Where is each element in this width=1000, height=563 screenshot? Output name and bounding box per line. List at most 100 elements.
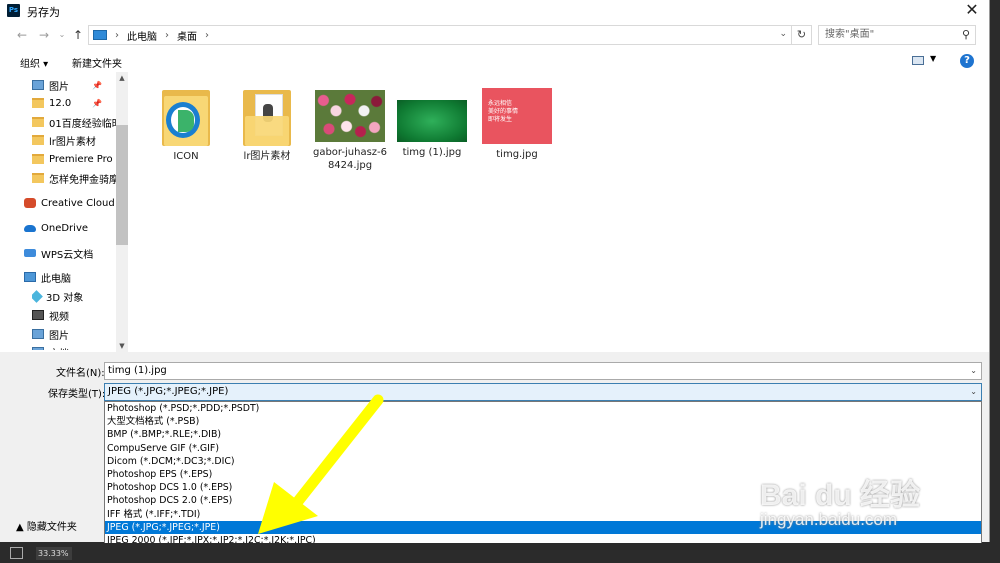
sidebar-item-creative-cloud[interactable]: Creative Cloud F <box>24 194 116 212</box>
filetype-option[interactable]: Photoshop (*.PSD;*.PDD;*.PSDT) <box>105 402 981 415</box>
wps-cloud-icon <box>24 249 36 257</box>
recent-dropdown-icon[interactable]: ⌄ <box>54 27 70 43</box>
folder-icon <box>32 173 44 183</box>
scroll-up-icon[interactable]: ▲ <box>116 72 128 84</box>
breadcrumb-this-pc[interactable]: 此电脑 <box>127 28 157 43</box>
pictures-icon <box>32 329 44 339</box>
sidebar-item-12[interactable]: 12.0 📌 <box>32 94 116 112</box>
sidebar-item-wps-cloud[interactable]: WPS云文档 <box>24 244 116 262</box>
file-name: timg.jpg <box>496 149 538 160</box>
pictures-icon <box>32 80 44 90</box>
file-item-timg1-jpg[interactable]: timg (1).jpg <box>394 86 470 159</box>
forward-arrow-icon[interactable]: → <box>36 27 52 43</box>
scroll-down-icon[interactable]: ▼ <box>116 340 128 352</box>
back-arrow-icon[interactable]: ← <box>14 27 30 43</box>
folder-icon <box>243 86 291 146</box>
file-item-gabor-jpg[interactable]: gabor-juhasz-68424.jpg <box>312 86 388 172</box>
breadcrumb-separator[interactable]: › <box>205 30 209 41</box>
this-pc-icon <box>24 272 36 282</box>
title-bar: Ps 另存为 ✕ <box>0 0 989 22</box>
filename-input[interactable]: timg (1).jpg ⌄ <box>104 362 982 380</box>
sidebar-item-label: Creative Cloud F <box>41 197 116 209</box>
refresh-button[interactable]: ↻ <box>792 25 812 45</box>
image-thumbnail <box>315 90 385 142</box>
file-name: timg (1).jpg <box>402 147 462 158</box>
sidebar-item-label: 12.0 <box>49 97 72 109</box>
filename-label: 文件名(N): <box>56 368 105 379</box>
organize-button[interactable]: 组织 ▾ <box>20 55 48 70</box>
file-name: gabor-juhasz-68424.jpg <box>312 147 388 171</box>
sidebar-item-lr-images[interactable]: lr图片素材 <box>32 131 116 149</box>
folder-icon <box>32 117 44 127</box>
file-name: ICON <box>173 151 199 162</box>
3d-objects-icon <box>32 289 43 303</box>
sidebar-item-motorbike[interactable]: 怎样免押金骑摩 <box>32 169 116 187</box>
sidebar-item-pictures-quick[interactable]: 图片 📌 <box>32 76 116 94</box>
breadcrumb-desktop[interactable]: 桌面 <box>177 28 197 43</box>
thumbnail-text: 永远相信 美好的事情 即将发生 <box>488 100 519 123</box>
sidebar-item-onedrive[interactable]: OneDrive <box>24 219 116 237</box>
folder-icon <box>32 154 44 164</box>
hide-folders-button[interactable]: ▲ 隐藏文件夹 <box>16 518 77 533</box>
view-dropdown-icon[interactable]: ▼ <box>930 54 936 63</box>
sidebar-item-label: 怎样免押金骑摩 <box>49 174 116 186</box>
chevron-down-icon[interactable]: ⌄ <box>970 384 977 400</box>
file-item-timg-jpg[interactable]: 永远相信 美好的事情 即将发生 timg.jpg <box>479 86 555 161</box>
sidebar-item-label: 文档 <box>49 345 69 351</box>
this-pc-icon <box>93 30 107 40</box>
filetype-option[interactable]: BMP (*.BMP;*.RLE;*.DIB) <box>105 428 981 441</box>
breadcrumb-separator: › <box>115 29 119 41</box>
zoom-level[interactable]: 33.33% <box>36 547 72 560</box>
new-folder-button[interactable]: 新建文件夹 <box>72 55 122 70</box>
photoshop-status-bar: 33.33% <box>0 543 1000 563</box>
sidebar-item-label: 图片 <box>49 330 69 342</box>
search-placeholder: 搜索"桌面" <box>825 29 875 40</box>
folder-icon <box>162 86 210 146</box>
chevron-down-icon[interactable]: ⌄ <box>779 29 787 39</box>
file-list: ICON lr图片素材 gabor-juhasz-68424.jpg timg … <box>128 72 989 352</box>
close-button[interactable]: ✕ <box>954 0 989 22</box>
navigation-bar: ← → ⌄ ↑ › 此电脑 › 桌面 › ⌄ ↻ 搜索"桌面" ⚲ <box>0 22 989 48</box>
pin-icon: 📌 <box>92 80 102 90</box>
pin-icon: 📌 <box>92 98 102 108</box>
navigation-pane: 图片 📌 12.0 📌 01百度经验临时 lr图片素材 Premiere Pro… <box>0 72 128 350</box>
filetype-option[interactable]: 大型文档格式 (*.PSB) <box>105 415 981 428</box>
search-input[interactable]: 搜索"桌面" ⚲ <box>818 25 976 45</box>
filetype-option[interactable]: Dicom (*.DCM;*.DC3;*.DIC) <box>105 455 981 468</box>
filename-value: timg (1).jpg <box>108 365 167 376</box>
sidebar-item-label: 此电脑 <box>41 273 71 285</box>
help-icon[interactable]: ? <box>960 54 974 68</box>
sidebar-item-label: lr图片素材 <box>49 136 96 148</box>
window-title: 另存为 <box>27 6 60 19</box>
baidu-watermark: Bai du 经验 jingyan.baidu.com <box>760 470 920 530</box>
creative-cloud-icon <box>24 198 36 208</box>
sidebar-item-label: 视频 <box>49 311 69 323</box>
sidebar-item-baidu-temp[interactable]: 01百度经验临时 <box>32 113 116 131</box>
sidebar-item-this-pc[interactable]: 此电脑 <box>24 268 116 286</box>
watermark-brand: Bai du 经验 <box>760 479 921 512</box>
documents-icon <box>32 347 44 350</box>
filetype-select[interactable]: JPEG (*.JPG;*.JPEG;*.JPE) ⌄ <box>104 383 982 401</box>
filetype-label: 保存类型(T): <box>48 389 106 400</box>
address-bar[interactable]: › 此电脑 › 桌面 › ⌄ <box>88 25 792 45</box>
view-options-icon[interactable] <box>912 56 924 65</box>
folder-icon <box>32 98 44 108</box>
videos-icon <box>32 310 44 320</box>
image-thumbnail: 永远相信 美好的事情 即将发生 <box>482 88 552 144</box>
file-name: lr图片素材 <box>243 151 291 162</box>
annotation-arrow <box>258 394 384 534</box>
nav-scrollbar-thumb[interactable] <box>116 125 128 245</box>
up-arrow-icon[interactable]: ↑ <box>70 27 86 43</box>
chevron-down-icon[interactable]: ⌄ <box>970 363 977 379</box>
file-item-icon-folder[interactable]: ICON <box>148 86 224 163</box>
sidebar-item-pictures[interactable]: 图片 <box>32 325 116 343</box>
sidebar-item-videos[interactable]: 视频 <box>32 306 116 324</box>
sidebar-item-documents[interactable]: 文档 <box>32 343 116 350</box>
sidebar-item-3d-objects[interactable]: 3D 对象 <box>32 287 116 305</box>
file-item-lr-folder[interactable]: lr图片素材 <box>229 86 305 163</box>
sidebar-item-premiere[interactable]: Premiere Pro C <box>32 150 116 168</box>
filetype-option[interactable]: CompuServe GIF (*.GIF) <box>105 442 981 455</box>
document-icon <box>10 547 23 559</box>
sidebar-item-label: 3D 对象 <box>46 292 84 304</box>
sidebar-item-label: 图片 <box>49 81 69 93</box>
